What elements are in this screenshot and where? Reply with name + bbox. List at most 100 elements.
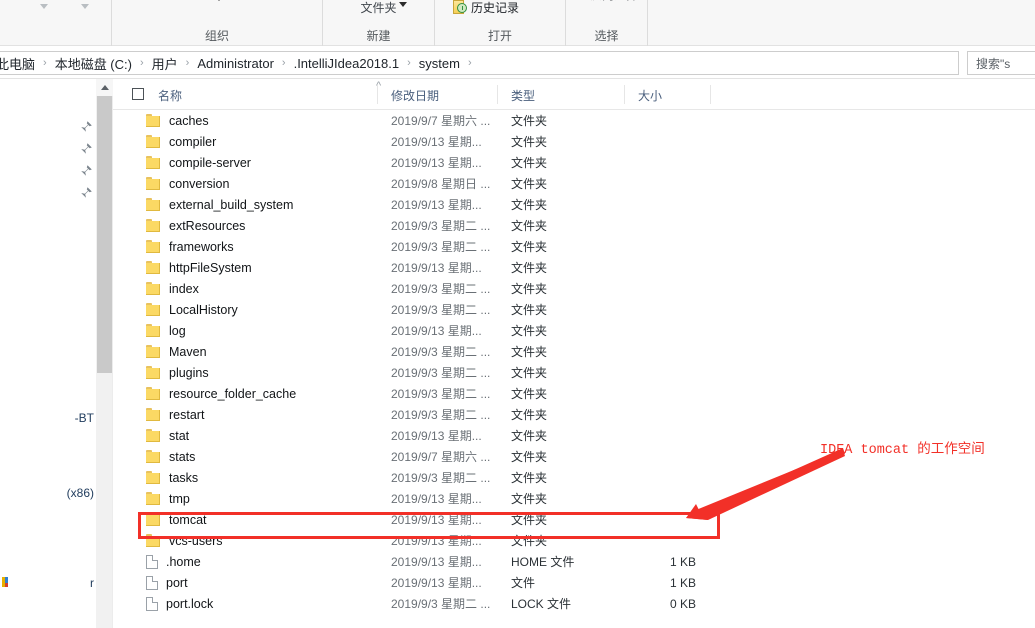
invert-selection-button[interactable]: 反向选择 — [572, 0, 638, 1]
column-header-name[interactable]: 名称 — [158, 87, 182, 104]
file-name-cell: tomcat — [146, 513, 207, 527]
column-divider[interactable] — [624, 85, 625, 104]
chevron-down-icon[interactable] — [81, 4, 89, 9]
file-date-cell: 2019/9/13 星期... — [391, 534, 482, 548]
table-row[interactable]: index 2019/9/3 星期二 ... 文件夹 — [113, 278, 1035, 299]
scroll-up-icon[interactable] — [96, 79, 113, 96]
file-name-label: log — [169, 323, 186, 338]
pin-icon[interactable] — [79, 164, 93, 178]
table-row[interactable]: port 2019/9/13 星期... 文件 1 KB — [113, 572, 1035, 593]
breadcrumb-separator[interactable]: › — [400, 57, 418, 69]
file-size-cell: 0 KB — [669, 596, 696, 611]
pin-icon[interactable] — [79, 142, 93, 156]
file-date-cell: 2019/9/3 星期二 ... — [391, 387, 491, 401]
file-type-cell: LOCK 文件 — [511, 597, 572, 611]
file-date-cell: 2019/9/13 星期... — [391, 576, 482, 590]
breadcrumb-separator[interactable]: › — [36, 57, 54, 69]
table-row[interactable]: conversion 2019/9/8 星期日 ... 文件夹 — [113, 173, 1035, 194]
table-row[interactable]: external_build_system 2019/9/13 星期... 文件夹 — [113, 194, 1035, 215]
breadcrumb-item[interactable]: system — [418, 56, 461, 71]
table-row[interactable]: port.lock 2019/9/3 星期二 ... LOCK 文件 0 KB — [113, 593, 1035, 614]
table-row[interactable]: vcs-users 2019/9/13 星期... 文件夹 — [113, 530, 1035, 551]
breadcrumb-item[interactable]: .IntelliJIdea2018.1 — [293, 56, 401, 71]
file-type-cell: HOME 文件 — [511, 555, 575, 569]
table-row[interactable]: caches 2019/9/7 星期六 ... 文件夹 — [113, 110, 1035, 131]
file-name-label: caches — [169, 113, 209, 128]
column-divider[interactable] — [497, 85, 498, 104]
file-name-cell: caches — [146, 114, 209, 128]
table-row[interactable]: resource_folder_cache 2019/9/3 星期二 ... 文件夹 — [113, 383, 1035, 404]
pin-icon[interactable] — [79, 120, 93, 134]
breadcrumb-item[interactable]: Administrator — [196, 56, 275, 71]
file-type-cell: 文件夹 — [511, 240, 548, 254]
breadcrumb-item[interactable]: 用户 — [151, 54, 179, 73]
chevron-down-icon[interactable] — [399, 2, 407, 7]
nav-item-label-truncated[interactable]: r — [90, 576, 94, 590]
file-type-cell: 文件夹 — [511, 261, 548, 275]
annotation-label: IDEA tomcat 的工作空间 — [820, 443, 985, 458]
column-header-type[interactable]: 类型 — [511, 87, 535, 104]
file-name-cell: index — [146, 282, 199, 296]
file-name-cell: tmp — [146, 492, 190, 506]
file-type-cell: 文件夹 — [511, 282, 548, 296]
app-folder-icon — [0, 575, 8, 589]
breadcrumb-separator[interactable]: › — [133, 57, 151, 69]
table-row[interactable]: tasks 2019/9/3 星期二 ... 文件夹 — [113, 467, 1035, 488]
select-all-checkbox[interactable] — [132, 88, 144, 100]
file-name-label: frameworks — [169, 239, 234, 254]
table-row[interactable]: tmp 2019/9/13 星期... 文件夹 — [113, 488, 1035, 509]
breadcrumb[interactable]: 此电脑 › 本地磁盘 (C:) › 用户 › Administrator › .IntelliJ… — [0, 51, 959, 75]
file-date-cell: 2019/9/3 星期二 ... — [391, 408, 491, 422]
file-name-cell: port.lock — [146, 596, 214, 611]
chevron-down-icon[interactable] — [215, 0, 223, 1]
breadcrumb-separator[interactable]: › — [179, 57, 197, 69]
file-name-label: compile-server — [169, 155, 251, 170]
breadcrumb-item[interactable]: 此电脑 — [0, 54, 36, 73]
folder-icon — [146, 408, 161, 421]
table-row[interactable]: compile-server 2019/9/13 星期... 文件夹 — [113, 152, 1035, 173]
breadcrumb-item[interactable]: 本地磁盘 (C:) — [54, 54, 133, 73]
history-button[interactable]: 历史记录 — [453, 0, 519, 16]
table-row[interactable]: httpFileSystem 2019/9/13 星期... 文件夹 — [113, 257, 1035, 278]
column-header-size[interactable]: 大小 — [638, 87, 662, 104]
table-row[interactable]: Maven 2019/9/3 星期二 ... 文件夹 — [113, 341, 1035, 362]
file-date-cell: 2019/9/3 星期二 ... — [391, 471, 491, 485]
column-divider[interactable] — [710, 85, 711, 104]
file-name-label: port.lock — [166, 596, 214, 611]
history-icon — [453, 0, 468, 15]
folder-icon — [146, 261, 161, 274]
scrollbar-thumb[interactable] — [97, 96, 112, 373]
pin-icon[interactable] — [79, 186, 93, 200]
table-row[interactable]: log 2019/9/13 星期... 文件夹 — [113, 320, 1035, 341]
file-icon — [146, 575, 158, 590]
file-type-cell: 文件夹 — [511, 450, 548, 464]
new-folder-button[interactable]: 文件夹 — [323, 0, 434, 16]
file-name-label: tomcat — [169, 512, 207, 527]
file-type-cell: 文件夹 — [511, 198, 548, 212]
table-row[interactable]: .home 2019/9/13 星期... HOME 文件 1 KB — [113, 551, 1035, 572]
nav-item-label-truncated[interactable]: (x86) — [67, 486, 94, 500]
table-row[interactable]: plugins 2019/9/3 星期二 ... 文件夹 — [113, 362, 1035, 383]
file-name-cell: .home — [146, 554, 201, 569]
file-type-cell: 文件 — [511, 576, 536, 590]
file-date-cell: 2019/9/3 星期二 ... — [391, 282, 491, 296]
column-divider[interactable] — [377, 85, 378, 104]
file-name-label: stat — [169, 428, 190, 443]
search-input[interactable]: 搜索"s — [967, 51, 1035, 75]
nav-item-label-truncated[interactable]: -BT — [75, 411, 94, 425]
file-type-cell: 文件夹 — [511, 429, 548, 443]
table-row[interactable]: compiler 2019/9/13 星期... 文件夹 — [113, 131, 1035, 152]
chevron-down-icon[interactable] — [40, 4, 48, 9]
table-row[interactable]: frameworks 2019/9/3 星期二 ... 文件夹 — [113, 236, 1035, 257]
column-header-date[interactable]: 修改日期 — [391, 87, 439, 104]
table-row[interactable]: LocalHistory 2019/9/3 星期二 ... 文件夹 — [113, 299, 1035, 320]
table-row[interactable]: extResources 2019/9/3 星期二 ... 文件夹 — [113, 215, 1035, 236]
breadcrumb-separator[interactable]: › — [275, 57, 293, 69]
table-row[interactable]: tomcat 2019/9/13 星期... 文件夹 — [113, 509, 1035, 530]
table-row[interactable]: restart 2019/9/3 星期二 ... 文件夹 — [113, 404, 1035, 425]
ribbon-group-open: 历史记录 打开 — [399, 0, 566, 46]
file-name-cell: tasks — [146, 471, 198, 485]
file-name-cell: conversion — [146, 177, 229, 191]
breadcrumb-separator[interactable]: › — [461, 57, 479, 69]
navigation-pane-scrollbar[interactable] — [96, 79, 113, 628]
